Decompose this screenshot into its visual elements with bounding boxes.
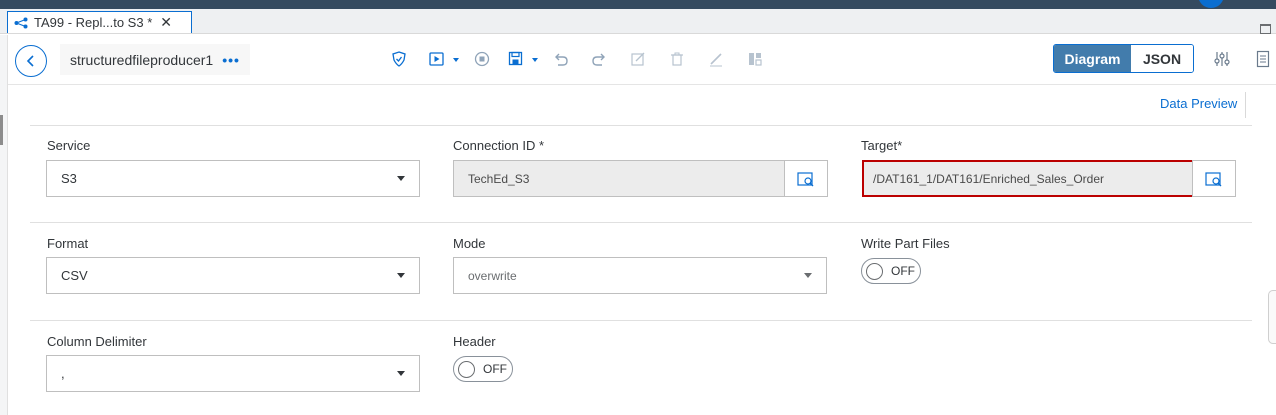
connection-id-label: Connection ID * — [453, 138, 545, 153]
switch-knob — [866, 262, 883, 280]
column-delimiter-value: , — [61, 366, 65, 381]
target-field[interactable]: /DAT161_1/DAT161/Enriched_Sales_Order — [862, 160, 1195, 197]
service-value: S3 — [61, 171, 77, 186]
shell-header — [0, 0, 1276, 9]
avatar[interactable] — [1198, 0, 1224, 8]
more-button[interactable]: ••• — [222, 52, 240, 68]
format-select[interactable]: CSV — [46, 257, 420, 294]
switch-knob — [458, 360, 475, 378]
divider — [30, 222, 1252, 223]
connection-id-value: TechEd_S3 — [468, 171, 530, 186]
divider — [1245, 92, 1246, 118]
mode-value: overwrite — [468, 268, 517, 283]
write-part-files-label: Write Part Files — [861, 236, 950, 251]
target-browse-button[interactable] — [1192, 160, 1236, 197]
column-delimiter-label: Column Delimiter — [47, 334, 147, 349]
side-panel-handle[interactable] — [1268, 290, 1276, 344]
chevron-left-icon — [26, 55, 34, 67]
left-edge — [0, 35, 8, 415]
splitter-handle[interactable] — [0, 115, 3, 145]
data-preview-link[interactable]: Data Preview — [1160, 96, 1237, 111]
header-label: Header — [453, 334, 496, 349]
chevron-down-icon — [804, 273, 812, 278]
tab-bar: TA99 - Repl...to S3 * ✕ — [0, 9, 1276, 34]
close-icon[interactable]: ✕ — [160, 14, 172, 31]
value-help-icon — [1205, 171, 1222, 186]
target-value: /DAT161_1/DAT161/Enriched_Sales_Order — [873, 171, 1105, 186]
view-toggle: Diagram JSON — [1053, 44, 1194, 73]
connection-browse-button[interactable] — [784, 160, 828, 197]
edit-icon[interactable] — [628, 49, 648, 69]
column-delimiter-select[interactable]: , — [46, 355, 420, 392]
tab-title: TA99 - Repl...to S3 * — [34, 15, 153, 30]
back-button[interactable] — [15, 45, 47, 77]
connection-id-field[interactable]: TechEd_S3 — [453, 160, 785, 197]
operator-name: structuredfileproducer1 — [70, 51, 214, 68]
write-part-files-switch[interactable]: OFF — [861, 258, 921, 284]
switch-state: OFF — [483, 362, 507, 376]
settings-icon[interactable] — [1212, 49, 1232, 69]
undo-icon[interactable] — [551, 49, 571, 69]
delete-icon[interactable] — [667, 49, 687, 69]
operator-title: structuredfileproducer1 ••• — [60, 44, 250, 75]
header-switch[interactable]: OFF — [453, 356, 513, 382]
format-label: Format — [47, 236, 89, 251]
mode-select[interactable]: overwrite — [453, 257, 827, 294]
pencil-icon[interactable] — [706, 49, 726, 69]
divider — [30, 125, 1252, 126]
redo-icon[interactable] — [589, 49, 609, 69]
service-select[interactable]: S3 — [46, 160, 420, 197]
shield-icon[interactable] — [389, 49, 409, 69]
divider — [30, 320, 1252, 321]
chevron-down-icon — [397, 176, 405, 181]
mode-label: Mode — [453, 236, 486, 251]
switch-state: OFF — [891, 264, 915, 278]
run-icon[interactable] — [428, 49, 464, 69]
service-label: Service — [47, 138, 91, 153]
value-help-icon — [797, 171, 814, 186]
document-icon[interactable] — [1253, 49, 1273, 69]
chevron-down-icon — [397, 273, 405, 278]
diagram-view-button[interactable]: Diagram — [1054, 45, 1131, 72]
layout-icon[interactable] — [745, 49, 765, 69]
target-label: Target* — [861, 138, 903, 153]
save-icon[interactable] — [507, 49, 543, 69]
maximize-icon[interactable] — [1260, 24, 1271, 34]
editor-tab[interactable]: TA99 - Repl...to S3 * ✕ — [7, 11, 192, 33]
format-value: CSV — [61, 268, 88, 283]
chevron-down-icon — [397, 371, 405, 376]
graph-icon — [14, 17, 28, 28]
json-view-button[interactable]: JSON — [1131, 45, 1193, 72]
stop-icon[interactable] — [472, 49, 492, 69]
